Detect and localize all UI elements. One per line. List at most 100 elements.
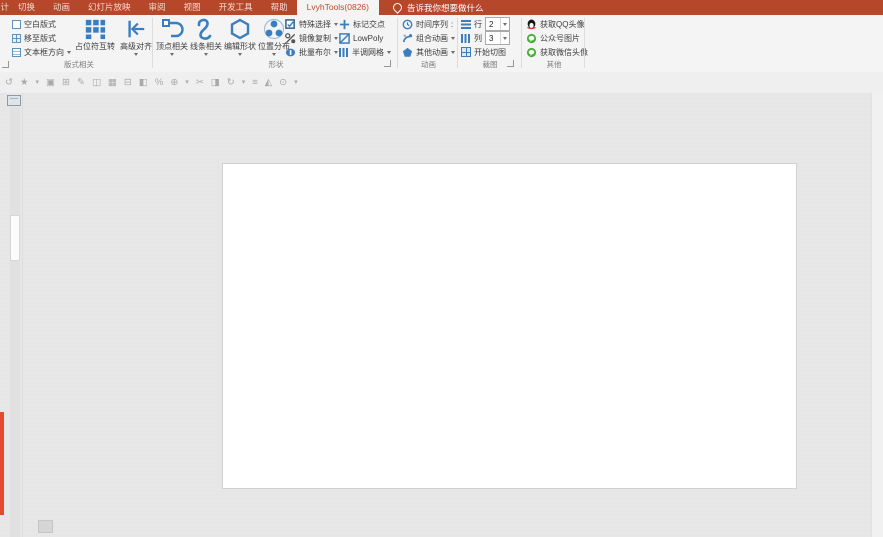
tab-developer[interactable]: 开发工具 bbox=[210, 0, 262, 15]
qat-icon[interactable]: ⊟ bbox=[124, 78, 132, 88]
columns-stepper[interactable]: 3 bbox=[485, 31, 510, 45]
chevron-down-icon bbox=[334, 51, 338, 54]
get-qq-avatar-button[interactable]: 获取QQ头像 bbox=[526, 18, 588, 30]
get-wechat-avatar-label: 获取微信头像 bbox=[540, 47, 588, 58]
move-to-layout-label: 移至版式 bbox=[24, 33, 56, 44]
other-animation-button[interactable]: 其他动画 bbox=[402, 46, 455, 58]
clock-icon bbox=[402, 19, 413, 30]
vertex-tools-label: 顶点相关 bbox=[156, 42, 188, 51]
dialog-launcher-slicing[interactable] bbox=[507, 60, 514, 67]
mark-intersection-button[interactable]: 标记交点 bbox=[339, 18, 391, 30]
qat-icon[interactable]: ⊞ bbox=[62, 78, 70, 88]
chevron-down-icon bbox=[451, 37, 455, 40]
blank-layout-button[interactable]: 空白版式 bbox=[12, 18, 71, 30]
placeholder-convert-label: 占位符互转 bbox=[75, 42, 115, 51]
official-account-image-button[interactable]: 公众号图片 bbox=[526, 32, 588, 44]
vertical-scrollbar[interactable] bbox=[871, 93, 883, 537]
tab-review[interactable]: 审阅 bbox=[140, 0, 175, 15]
textbox-direction-button[interactable]: 文本框方向 bbox=[12, 46, 71, 58]
group-animation-button[interactable]: 组合动画 bbox=[402, 32, 455, 44]
qat-icon[interactable]: ▾ bbox=[185, 79, 189, 86]
scrollbar-corner-box bbox=[38, 520, 53, 533]
placeholder-convert-button[interactable]: 占位符互转 bbox=[72, 16, 118, 51]
editing-workspace bbox=[0, 93, 883, 537]
vertex-icon bbox=[160, 16, 184, 42]
start-slice-label: 开始切图 bbox=[474, 47, 506, 58]
group-separator bbox=[457, 18, 458, 68]
tab-design-partial[interactable]: 设计 bbox=[0, 0, 9, 15]
textbox-direction-icon bbox=[12, 48, 21, 57]
group-shapes: 顶点相关 线条相关 编辑形状 bbox=[155, 15, 397, 71]
rows-label: 行 bbox=[474, 19, 482, 30]
batch-boolean-button[interactable]: 批量布尔 bbox=[285, 46, 338, 58]
rows-stepper[interactable]: 2 bbox=[485, 17, 510, 31]
group-label-shapes: 形状 bbox=[155, 59, 397, 70]
tell-me-box[interactable]: 告诉我你想要做什么 bbox=[393, 0, 484, 15]
lowpoly-icon bbox=[339, 33, 350, 44]
lowpoly-button[interactable]: LowPoly bbox=[339, 32, 391, 44]
tab-animations[interactable]: 动画 bbox=[44, 0, 79, 15]
vertex-tools-button[interactable]: 顶点相关 bbox=[155, 16, 189, 56]
chevron-down-icon bbox=[134, 53, 138, 56]
move-to-layout-button[interactable]: 移至版式 bbox=[12, 32, 71, 44]
slide-panel-divider bbox=[22, 93, 23, 537]
group-separator bbox=[152, 18, 153, 68]
halftone-grid-button[interactable]: 半调网格 bbox=[339, 46, 391, 58]
ribbon: 空白版式 移至版式 文本框方向 bbox=[0, 15, 883, 73]
time-sequence-button[interactable]: 时间序列 : bbox=[402, 18, 455, 30]
group-layout: 空白版式 移至版式 文本框方向 bbox=[6, 15, 152, 71]
qat-icon[interactable]: ▦ bbox=[108, 78, 117, 88]
slide-canvas[interactable] bbox=[222, 163, 797, 489]
qat-icon[interactable]: ⊕ bbox=[170, 78, 178, 88]
time-sequence-suffix: : bbox=[451, 20, 453, 29]
rows-value: 2 bbox=[486, 20, 500, 29]
qat-icon[interactable]: ◭ bbox=[265, 78, 272, 88]
official-account-image-label: 公众号图片 bbox=[540, 33, 580, 44]
qat-icon[interactable]: ★ bbox=[20, 78, 29, 88]
batch-boolean-label: 批量布尔 bbox=[299, 47, 331, 58]
qat-icon[interactable]: ◧ bbox=[139, 78, 148, 88]
line-tools-button[interactable]: 线条相关 bbox=[189, 16, 223, 56]
qat-icon[interactable]: ▣ bbox=[46, 78, 55, 88]
qat-icon[interactable]: ⊙ bbox=[279, 78, 287, 88]
qat-icon[interactable]: % bbox=[155, 78, 163, 88]
special-select-button[interactable]: 特殊选择 bbox=[285, 18, 338, 30]
get-wechat-avatar-button[interactable]: 获取微信头像 bbox=[526, 46, 588, 58]
rows-stepper-arrow[interactable] bbox=[500, 18, 509, 30]
halftone-grid-icon bbox=[339, 48, 349, 57]
chevron-down-icon bbox=[387, 51, 391, 54]
columns-label: 列 bbox=[474, 33, 482, 44]
slide-thumbnail-icon[interactable] bbox=[7, 95, 21, 106]
group-misc: 获取QQ头像 公众号图片 bbox=[524, 15, 584, 71]
dialog-launcher-shapes[interactable] bbox=[384, 60, 391, 67]
group-label-misc: 其他 bbox=[524, 59, 584, 70]
qat-icon[interactable]: ↺ bbox=[5, 78, 13, 88]
get-qq-avatar-label: 获取QQ头像 bbox=[540, 19, 584, 30]
edit-shape-button[interactable]: 编辑形状 bbox=[223, 16, 257, 56]
qat-icon[interactable]: ≡ bbox=[252, 78, 258, 88]
position-distribute-icon bbox=[262, 16, 286, 42]
tab-lvyhtools-active[interactable]: LvyhTools(0826) bbox=[297, 0, 379, 15]
start-slice-button[interactable]: 开始切图 bbox=[461, 46, 510, 58]
columns-stepper-arrow[interactable] bbox=[500, 32, 509, 44]
qat-icon[interactable]: ✎ bbox=[77, 78, 85, 88]
tab-view[interactable]: 视图 bbox=[175, 0, 210, 15]
qat-icon[interactable]: ◨ bbox=[211, 78, 220, 88]
tell-me-icon bbox=[391, 1, 404, 14]
tab-help[interactable]: 帮助 bbox=[262, 0, 297, 15]
special-select-icon bbox=[285, 19, 296, 30]
qat-icon[interactable]: ▾ bbox=[36, 79, 40, 86]
tab-transitions[interactable]: 切换 bbox=[9, 0, 44, 15]
qat-icon[interactable]: ◫ bbox=[92, 78, 101, 88]
qat-icon[interactable]: ✂ bbox=[196, 78, 204, 88]
qat-icon[interactable]: ▾ bbox=[294, 79, 298, 86]
edit-shape-label: 编辑形状 bbox=[224, 42, 256, 51]
tab-slideshow[interactable]: 幻灯片放映 bbox=[79, 0, 140, 15]
slide-panel-scrollbar-thumb[interactable] bbox=[10, 215, 20, 261]
advanced-align-button[interactable]: 高级对齐 bbox=[118, 16, 154, 56]
slide-panel-scrollbar[interactable] bbox=[10, 107, 20, 537]
group-label-animation: 动画 bbox=[400, 59, 457, 70]
mirror-copy-button[interactable]: 镜像复制 bbox=[285, 32, 338, 44]
qat-icon[interactable]: ↻ bbox=[227, 78, 235, 88]
qat-icon[interactable]: ▾ bbox=[242, 79, 246, 86]
